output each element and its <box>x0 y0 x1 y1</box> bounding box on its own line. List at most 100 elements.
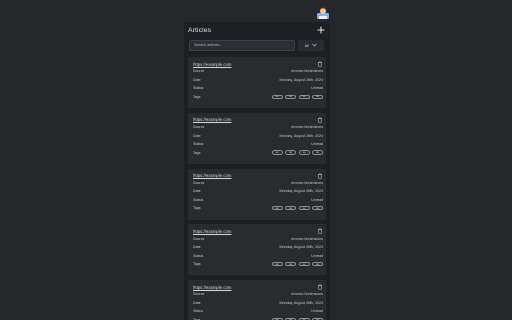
tag-chip[interactable]: tag <box>298 262 310 267</box>
source-row: Source chrome://extensions <box>193 123 323 132</box>
tag-chip[interactable]: tag <box>298 150 310 155</box>
date-value: Monday, August 26th, 2024 <box>279 245 324 250</box>
source-row: Source chrome://extensions <box>193 67 323 76</box>
tag-chip[interactable]: tag <box>285 262 296 267</box>
articles-panel: Articles All https://example.com Source … <box>184 22 330 320</box>
date-row: Date Monday, August 26th, 2024 <box>193 187 323 196</box>
source-label: Source <box>193 180 205 185</box>
delete-icon[interactable] <box>317 284 323 290</box>
status-label: Status <box>193 253 204 258</box>
status-value: Unread <box>311 309 323 314</box>
filter-row: All <box>184 38 330 52</box>
tag-chip[interactable]: tag <box>285 206 296 211</box>
article-link[interactable]: https://example.com <box>193 285 231 290</box>
status-label: Status <box>193 309 204 314</box>
article-list: https://example.com Source chrome://exte… <box>184 52 330 320</box>
tag-chip[interactable]: tag <box>285 94 296 99</box>
status-value: Unread <box>311 197 323 202</box>
date-label: Date <box>193 189 201 194</box>
date-label: Date <box>193 300 201 305</box>
delete-icon[interactable] <box>317 228 323 234</box>
status-filter-value: All <box>304 42 310 48</box>
tags-row: Tags tag tag tag tag <box>193 316 323 320</box>
source-value: chrome://extensions <box>290 292 323 297</box>
tags-label: Tags <box>193 262 201 267</box>
source-value: chrome://extensions <box>290 236 323 241</box>
tags-row: Tags tag tag tag tag <box>193 204 323 213</box>
source-value: chrome://extensions <box>290 69 323 74</box>
panel-header: Articles <box>184 22 330 38</box>
tags-label: Tags <box>193 150 201 155</box>
status-value: Unread <box>311 142 323 147</box>
tag-list: tag tag tag tag <box>271 150 323 155</box>
source-value: chrome://extensions <box>290 180 323 185</box>
avatar-icon <box>317 7 329 19</box>
tag-chip[interactable]: tag <box>271 262 283 267</box>
tags-row: Tags tag tag tag tag <box>193 93 323 102</box>
date-label: Date <box>193 77 201 82</box>
tag-chip[interactable]: tag <box>312 262 323 267</box>
status-row: Status Unread <box>193 307 323 316</box>
date-value: Monday, August 26th, 2024 <box>279 133 324 138</box>
article-link[interactable]: https://example.com <box>193 173 231 178</box>
tags-label: Tags <box>193 94 201 99</box>
status-filter-select[interactable]: All <box>298 39 324 51</box>
source-value: chrome://extensions <box>290 125 323 130</box>
tag-chip[interactable]: tag <box>298 94 310 99</box>
date-row: Date Monday, August 26th, 2024 <box>193 131 323 140</box>
status-value: Unread <box>311 253 323 258</box>
status-label: Status <box>193 86 204 91</box>
status-value: Unread <box>311 86 323 91</box>
delete-icon[interactable] <box>317 117 323 123</box>
status-row: Status Unread <box>193 140 323 149</box>
tags-label: Tags <box>193 206 201 211</box>
date-value: Monday, August 26th, 2024 <box>279 77 324 82</box>
source-label: Source <box>193 69 205 74</box>
status-label: Status <box>193 142 204 147</box>
source-label: Source <box>193 292 205 297</box>
tag-chip[interactable]: tag <box>271 150 283 155</box>
search-input[interactable] <box>189 39 295 51</box>
page-title: Articles <box>188 26 212 34</box>
plus-icon <box>317 26 325 34</box>
source-label: Source <box>193 125 205 130</box>
status-row: Status Unread <box>193 196 323 205</box>
tag-chip[interactable]: tag <box>312 150 323 155</box>
date-row: Date Monday, August 26th, 2024 <box>193 243 323 252</box>
article-card: https://example.com Source chrome://exte… <box>188 57 326 108</box>
delete-icon[interactable] <box>317 61 323 67</box>
article-card: https://example.com Source chrome://exte… <box>188 224 326 276</box>
tags-row: Tags tag tag tag tag <box>193 260 323 269</box>
date-value: Monday, August 26th, 2024 <box>279 189 324 194</box>
article-link[interactable]: https://example.com <box>193 229 231 234</box>
status-row: Status Unread <box>193 251 323 260</box>
tag-list: tag tag tag tag <box>271 206 323 211</box>
date-label: Date <box>193 133 201 138</box>
tag-chip[interactable]: tag <box>285 150 296 155</box>
source-row: Source chrome://extensions <box>193 179 323 188</box>
date-label: Date <box>193 245 201 250</box>
tag-chip[interactable]: tag <box>271 94 283 99</box>
source-row: Source chrome://extensions <box>193 234 323 243</box>
add-article-button[interactable] <box>316 25 326 35</box>
chevron-down-icon <box>312 43 317 47</box>
extension-avatar-button[interactable] <box>316 6 330 20</box>
source-label: Source <box>193 236 205 241</box>
article-card: https://example.com Source chrome://exte… <box>188 168 326 220</box>
article-card: https://example.com Source chrome://exte… <box>188 112 326 164</box>
status-label: Status <box>193 197 204 202</box>
tag-chip[interactable]: tag <box>312 206 323 211</box>
tag-list: tag tag tag tag <box>271 94 323 99</box>
tag-list: tag tag tag tag <box>271 262 323 267</box>
source-row: Source chrome://extensions <box>193 290 323 299</box>
tag-chip[interactable]: tag <box>298 206 310 211</box>
article-card: https://example.com Source chrome://exte… <box>188 280 326 320</box>
tag-chip[interactable]: tag <box>312 94 323 99</box>
date-row: Date Monday, August 26th, 2024 <box>193 299 323 308</box>
article-link[interactable]: https://example.com <box>193 62 231 67</box>
date-value: Monday, August 26th, 2024 <box>279 300 324 305</box>
article-link[interactable]: https://example.com <box>193 117 231 122</box>
tag-chip[interactable]: tag <box>271 206 283 211</box>
date-row: Date Monday, August 26th, 2024 <box>193 76 323 85</box>
delete-icon[interactable] <box>317 173 323 179</box>
